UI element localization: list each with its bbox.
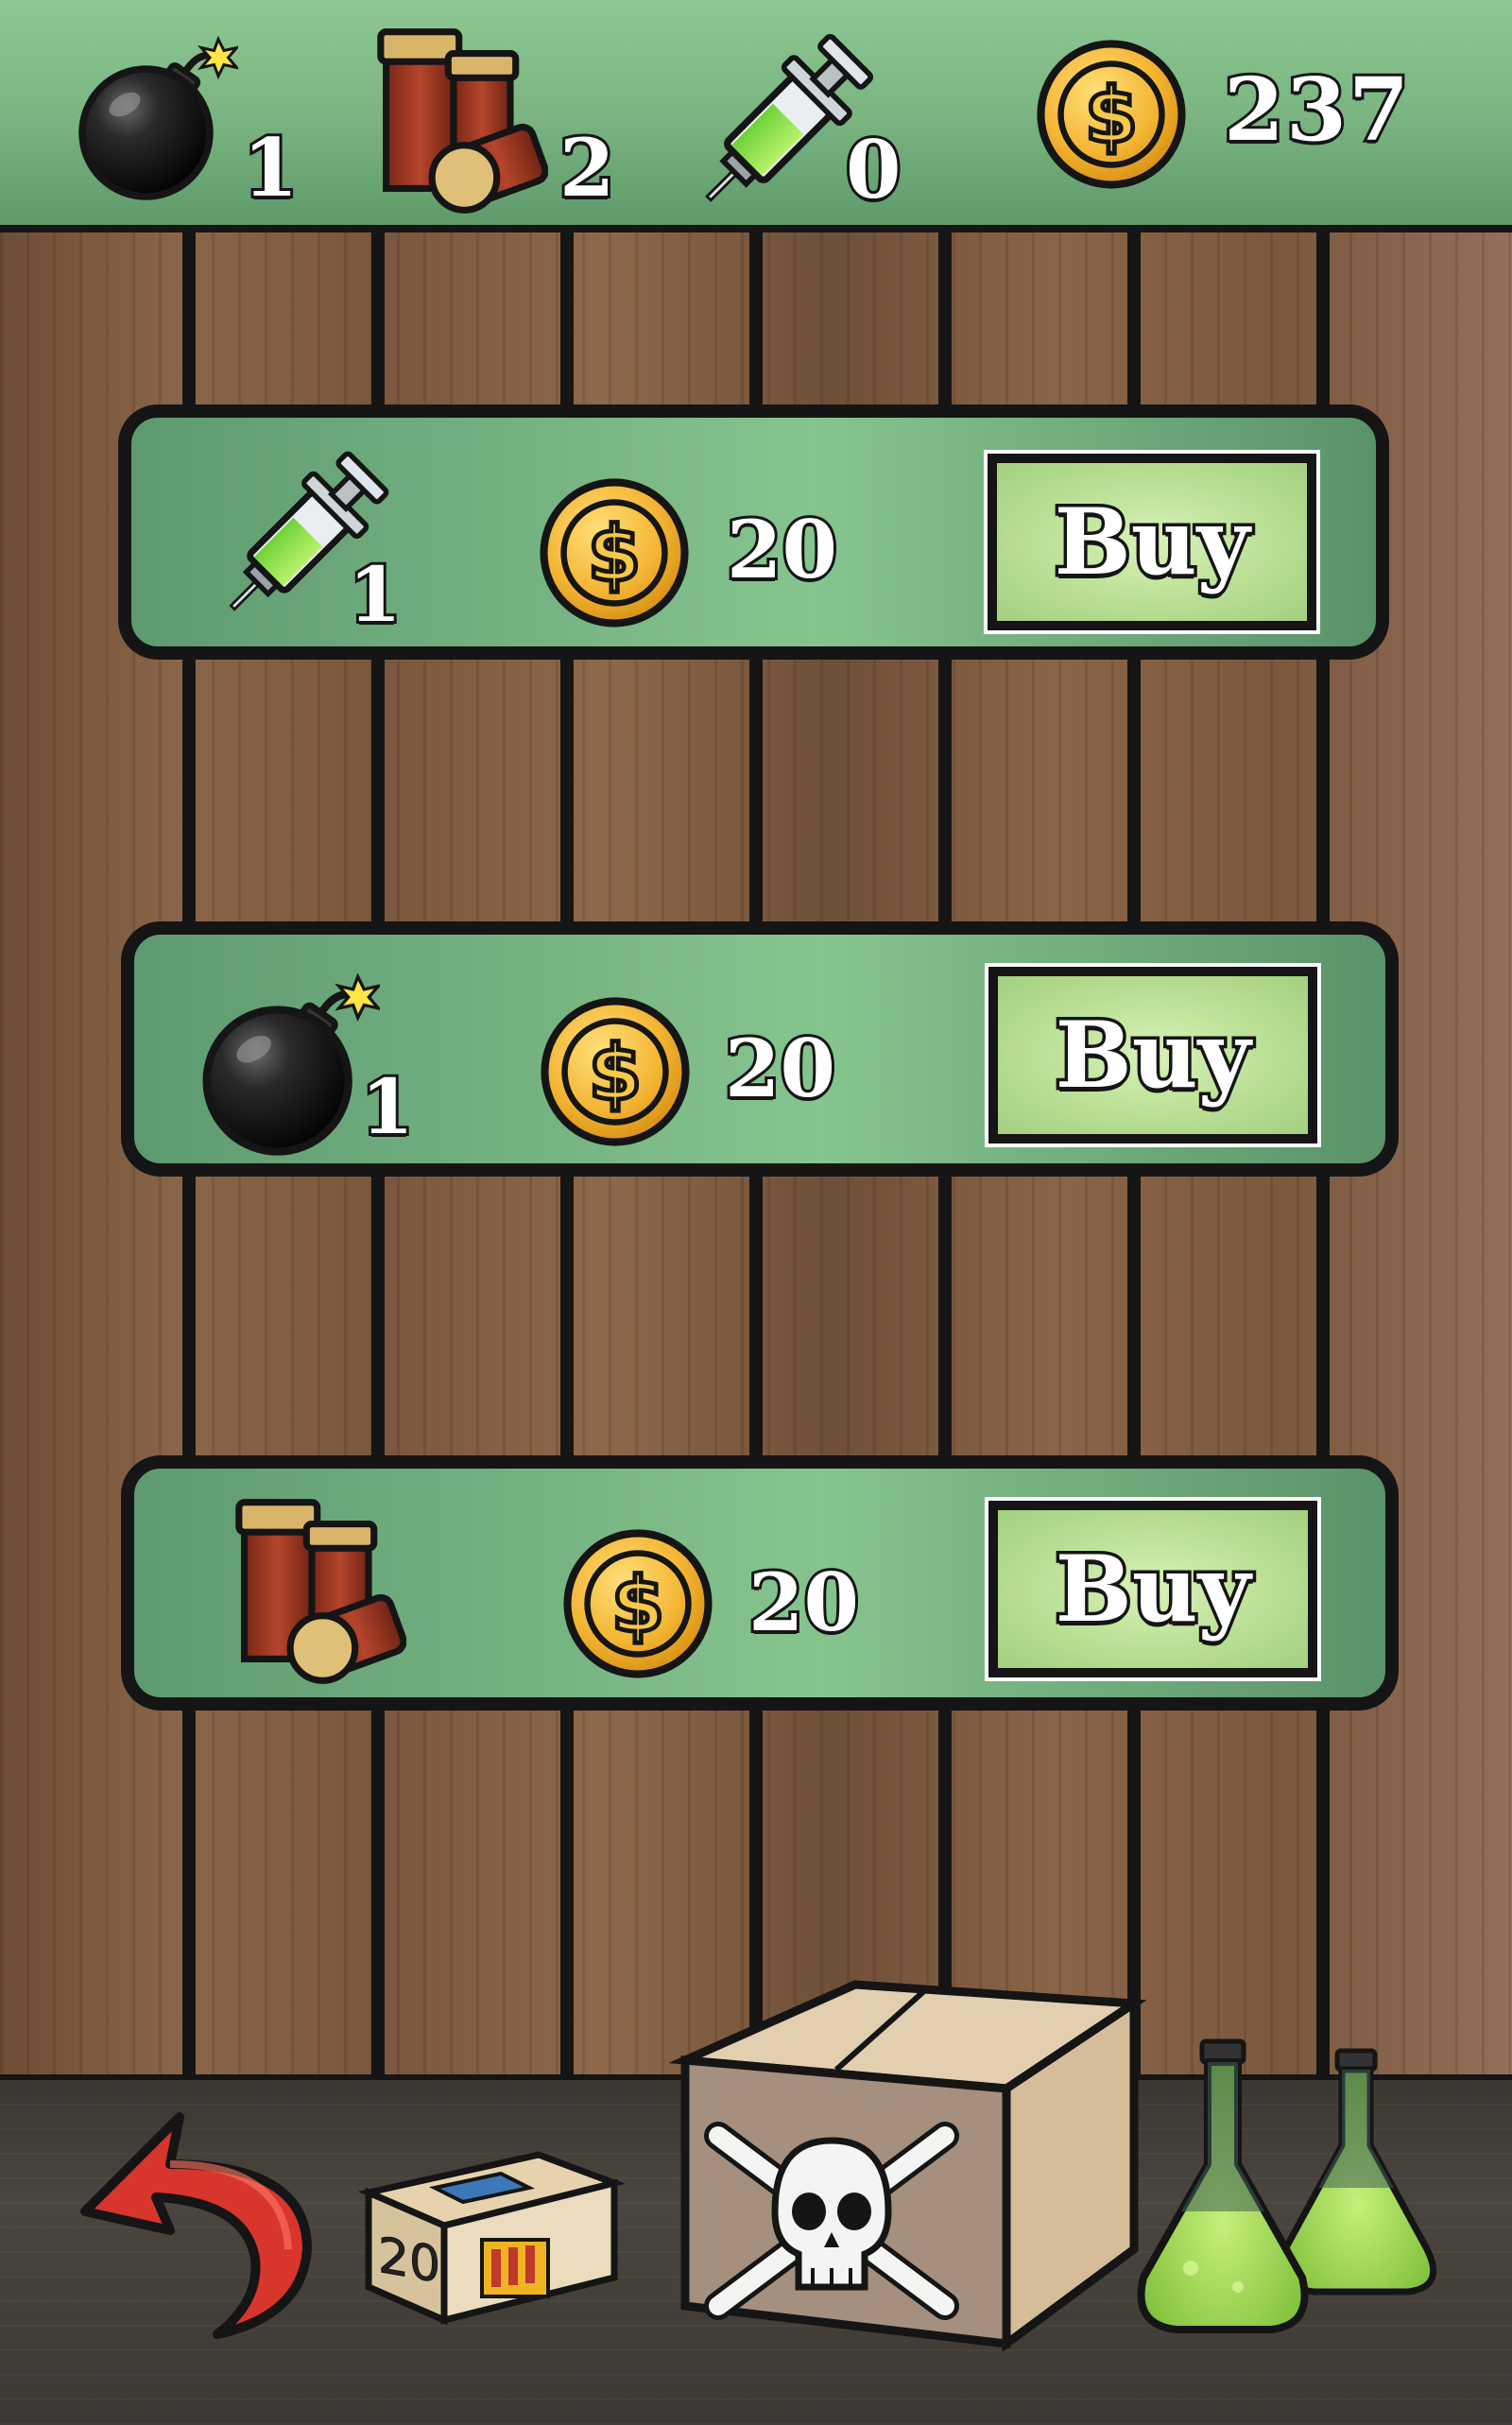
item-price: 20	[746, 1553, 862, 1652]
shop-item-shells: 20 Buy	[121, 1455, 1399, 1711]
buy-button-label: Buy	[1051, 488, 1253, 595]
item-quantity: 1	[358, 1059, 417, 1154]
syringe-count: 0	[843, 120, 903, 219]
inventory-hud: 1 2 0 237	[0, 0, 1512, 232]
buy-button-syringe[interactable]: Buy	[984, 450, 1320, 634]
coin-icon	[1035, 38, 1188, 191]
hud-syringe: 0	[690, 28, 936, 227]
bomb-count: 1	[240, 118, 301, 217]
bomb-icon	[191, 965, 380, 1159]
item-price: 20	[724, 500, 840, 599]
skull-crate-decor	[668, 1980, 1147, 2352]
shotgun-shells-icon	[217, 1497, 406, 1686]
hud-coins: 237	[1035, 38, 1488, 198]
item-quantity: 1	[346, 547, 404, 642]
shop-item-bomb: 1 20 Buy	[121, 921, 1399, 1177]
coin-icon	[538, 476, 691, 629]
shop-item-syringe: 1 20 Buy	[118, 404, 1389, 660]
buy-button-bomb[interactable]: Buy	[985, 963, 1321, 1147]
item-price: 20	[722, 1019, 838, 1118]
hud-shells: 2	[359, 26, 643, 225]
potion-flasks-decor	[1137, 2038, 1437, 2333]
hud-bomb: 1	[68, 19, 314, 217]
shells-count: 2	[557, 118, 617, 217]
coin-icon	[561, 1527, 714, 1680]
ammo-box-decor: 20	[357, 2151, 626, 2326]
buy-button-label: Buy	[1052, 1535, 1254, 1642]
coin-balance: 237	[1221, 56, 1412, 163]
coin-icon	[539, 995, 692, 1148]
back-arrow-button[interactable]	[66, 2098, 312, 2344]
bomb-icon	[68, 19, 238, 213]
ammo-box-number: 20	[378, 2227, 440, 2295]
buy-button-shells[interactable]: Buy	[985, 1497, 1321, 1681]
shotgun-shells-icon	[359, 26, 548, 215]
buy-button-label: Buy	[1052, 1001, 1254, 1109]
